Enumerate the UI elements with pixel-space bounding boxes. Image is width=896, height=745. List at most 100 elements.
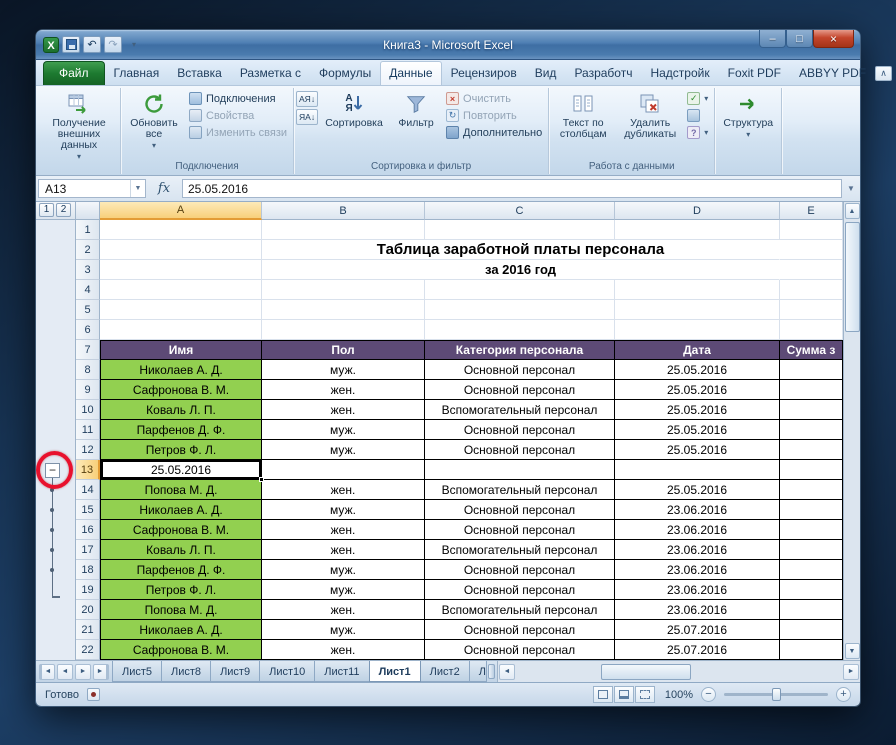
- cell-E16[interactable]: [780, 520, 843, 540]
- scroll-right-icon[interactable]: ►: [843, 664, 859, 680]
- cell-D8[interactable]: 25.05.2016: [615, 360, 780, 380]
- cell-D18[interactable]: 23.06.2016: [615, 560, 780, 580]
- cell-C4[interactable]: [425, 280, 615, 300]
- cell-A11[interactable]: Парфенов Д. Ф.: [100, 420, 262, 440]
- row-header-17[interactable]: 17: [76, 540, 100, 560]
- sheet-tab-Лист8[interactable]: Лист8: [161, 661, 211, 682]
- cell-C5[interactable]: [425, 300, 615, 320]
- maximize-button[interactable]: □: [786, 30, 813, 48]
- sheet-tab-Лист1[interactable]: Лист1: [369, 661, 421, 682]
- cell-E17[interactable]: [780, 540, 843, 560]
- cell-C19[interactable]: Основной персонал: [425, 580, 615, 600]
- column-header-D[interactable]: D: [615, 202, 780, 220]
- horizontal-scroll-thumb[interactable]: [601, 664, 691, 680]
- cell-E4[interactable]: [780, 280, 843, 300]
- cell-B21[interactable]: муж.: [262, 620, 425, 640]
- cell-A19[interactable]: Петров Ф. Л.: [100, 580, 262, 600]
- formula-bar-expand-icon[interactable]: ▼: [844, 184, 858, 193]
- cell-D6[interactable]: [615, 320, 780, 340]
- cell-C15[interactable]: Основной персонал: [425, 500, 615, 520]
- cell-C8[interactable]: Основной персонал: [425, 360, 615, 380]
- cell-A16[interactable]: Сафронова В. М.: [100, 520, 262, 540]
- remove-duplicates-button[interactable]: Удалить дубликаты: [617, 89, 683, 160]
- page-break-view-button[interactable]: [635, 686, 655, 703]
- tab-splitter-handle[interactable]: [488, 664, 495, 679]
- cell-C12[interactable]: Основной персонал: [425, 440, 615, 460]
- cell-E3[interactable]: [780, 260, 843, 280]
- cell-A3[interactable]: [100, 260, 262, 280]
- undo-button[interactable]: ↶: [83, 36, 101, 53]
- sheet-tab-Лист10[interactable]: Лист10: [259, 661, 315, 682]
- row-header-20[interactable]: 20: [76, 600, 100, 620]
- cell-E1[interactable]: [780, 220, 843, 240]
- cell-B18[interactable]: муж.: [262, 560, 425, 580]
- filter-button[interactable]: Фильтр: [390, 89, 442, 160]
- outline-level-2-button[interactable]: 2: [56, 203, 71, 217]
- formula-input[interactable]: 25.05.2016: [182, 179, 842, 198]
- zoom-out-button[interactable]: −: [701, 687, 716, 702]
- cell-B15[interactable]: муж.: [262, 500, 425, 520]
- row-header-19[interactable]: 19: [76, 580, 100, 600]
- cell-B14[interactable]: жен.: [262, 480, 425, 500]
- cell-C9[interactable]: Основной персонал: [425, 380, 615, 400]
- cell-E9[interactable]: [780, 380, 843, 400]
- cell-E19[interactable]: [780, 580, 843, 600]
- clear-filter-button[interactable]: × Очистить: [444, 91, 546, 106]
- outline-level-1-button[interactable]: 1: [39, 203, 54, 217]
- cell-B5[interactable]: [262, 300, 425, 320]
- cell-B1[interactable]: [262, 220, 425, 240]
- scroll-down-icon[interactable]: ▼: [845, 643, 860, 659]
- cell-C11[interactable]: Основной персонал: [425, 420, 615, 440]
- cell-D15[interactable]: 23.06.2016: [615, 500, 780, 520]
- row-header-18[interactable]: 18: [76, 560, 100, 580]
- page-layout-view-button[interactable]: [614, 686, 634, 703]
- cell-D1[interactable]: [615, 220, 780, 240]
- cell-E22[interactable]: [780, 640, 843, 660]
- tab-file[interactable]: Файл: [43, 61, 105, 85]
- cell-C6[interactable]: [425, 320, 615, 340]
- cell-A4[interactable]: [100, 280, 262, 300]
- row-header-5[interactable]: 5: [76, 300, 100, 320]
- cell-C1[interactable]: [425, 220, 615, 240]
- cell-A7[interactable]: Имя: [100, 340, 262, 360]
- cell-D14[interactable]: 25.05.2016: [615, 480, 780, 500]
- column-header-A[interactable]: A: [100, 202, 262, 220]
- cell-A8[interactable]: Николаев А. Д.: [100, 360, 262, 380]
- cell-A9[interactable]: Сафронова В. М.: [100, 380, 262, 400]
- connections-button[interactable]: Подключения: [187, 91, 291, 106]
- cell-B6[interactable]: [262, 320, 425, 340]
- cell-D21[interactable]: 25.07.2016: [615, 620, 780, 640]
- cell-C17[interactable]: Вспомогательный персонал: [425, 540, 615, 560]
- cell-A10[interactable]: Коваль Л. П.: [100, 400, 262, 420]
- cell-B11[interactable]: муж.: [262, 420, 425, 440]
- cell-B8[interactable]: муж.: [262, 360, 425, 380]
- row-header-1[interactable]: 1: [76, 220, 100, 240]
- cell-A13[interactable]: 25.05.2016: [100, 460, 262, 480]
- cell-C7[interactable]: Категория персонала: [425, 340, 615, 360]
- row-header-15[interactable]: 15: [76, 500, 100, 520]
- row-header-4[interactable]: 4: [76, 280, 100, 300]
- next-sheet-button[interactable]: ►: [75, 664, 91, 680]
- row-header-2[interactable]: 2: [76, 240, 100, 260]
- cell-A2[interactable]: [100, 240, 262, 260]
- cell-C14[interactable]: Вспомогательный персонал: [425, 480, 615, 500]
- name-box-dropdown-icon[interactable]: ▼: [130, 180, 145, 197]
- cell-D5[interactable]: [615, 300, 780, 320]
- cell-D7[interactable]: Дата: [615, 340, 780, 360]
- data-validation-button[interactable]: ✓ ▾: [685, 91, 712, 106]
- scroll-left-icon[interactable]: ◄: [499, 664, 515, 680]
- cell-D19[interactable]: 23.06.2016: [615, 580, 780, 600]
- normal-view-button[interactable]: [593, 686, 613, 703]
- text-to-columns-button[interactable]: Текст по столбцам: [551, 89, 615, 160]
- tab-insert[interactable]: Вставка: [168, 61, 231, 85]
- cell-A21[interactable]: Николаев А. Д.: [100, 620, 262, 640]
- cell-A15[interactable]: Николаев А. Д.: [100, 500, 262, 520]
- cell-E6[interactable]: [780, 320, 843, 340]
- close-button[interactable]: ×: [813, 30, 854, 48]
- cell-A5[interactable]: [100, 300, 262, 320]
- cell-B2-merged[interactable]: Таблица заработной платы персонала: [262, 240, 780, 260]
- cell-C16[interactable]: Основной персонал: [425, 520, 615, 540]
- cell-A20[interactable]: Попова М. Д.: [100, 600, 262, 620]
- edit-links-button[interactable]: Изменить связи: [187, 125, 291, 140]
- cell-D4[interactable]: [615, 280, 780, 300]
